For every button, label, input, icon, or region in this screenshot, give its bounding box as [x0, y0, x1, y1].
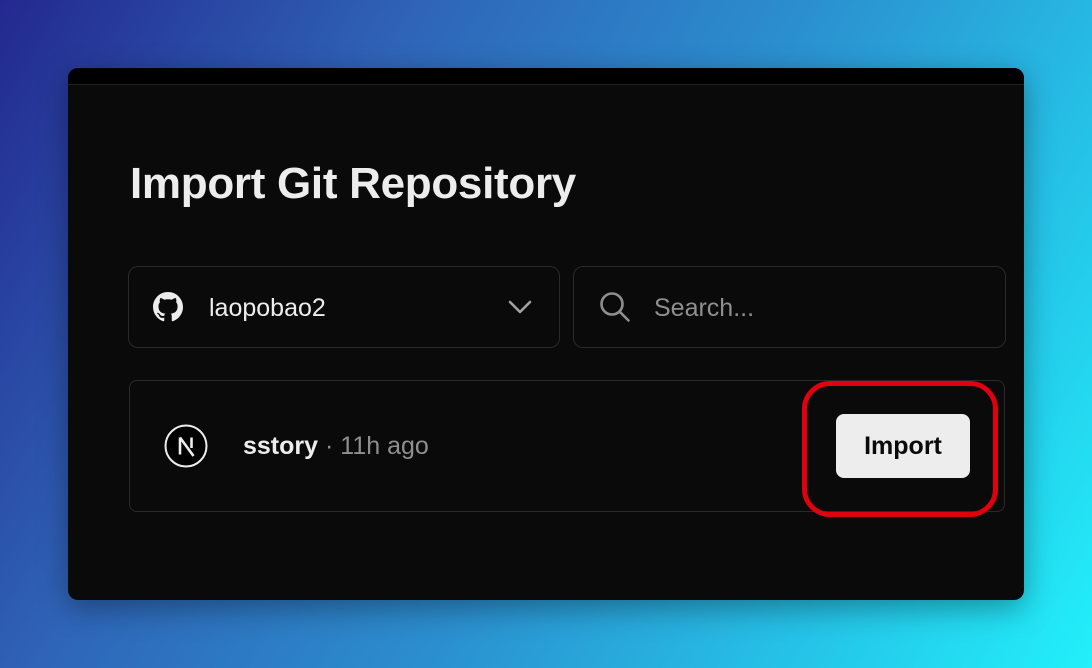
repository-name[interactable]: sstory	[243, 432, 318, 460]
chevron-down-icon	[508, 300, 532, 314]
nextjs-icon	[164, 424, 208, 468]
account-name: laopobao2	[209, 294, 326, 322]
account-select[interactable]: laopobao2	[128, 266, 560, 348]
github-icon	[153, 292, 183, 322]
separator-dot: ·	[325, 432, 334, 460]
import-git-repository-panel: Import Git Repository laopobao2 sstory ·…	[68, 68, 1024, 600]
search-icon	[600, 292, 630, 322]
import-button[interactable]: Import	[836, 414, 970, 478]
search-box[interactable]	[573, 266, 1006, 348]
window-top-bar	[68, 68, 1024, 85]
repository-info: sstory · 11h ago	[243, 429, 429, 463]
page-title: Import Git Repository	[130, 159, 576, 208]
repository-updated-time: 11h ago	[340, 432, 429, 460]
search-input[interactable]	[654, 289, 984, 327]
repository-row: sstory · 11h ago Import	[129, 380, 1005, 512]
